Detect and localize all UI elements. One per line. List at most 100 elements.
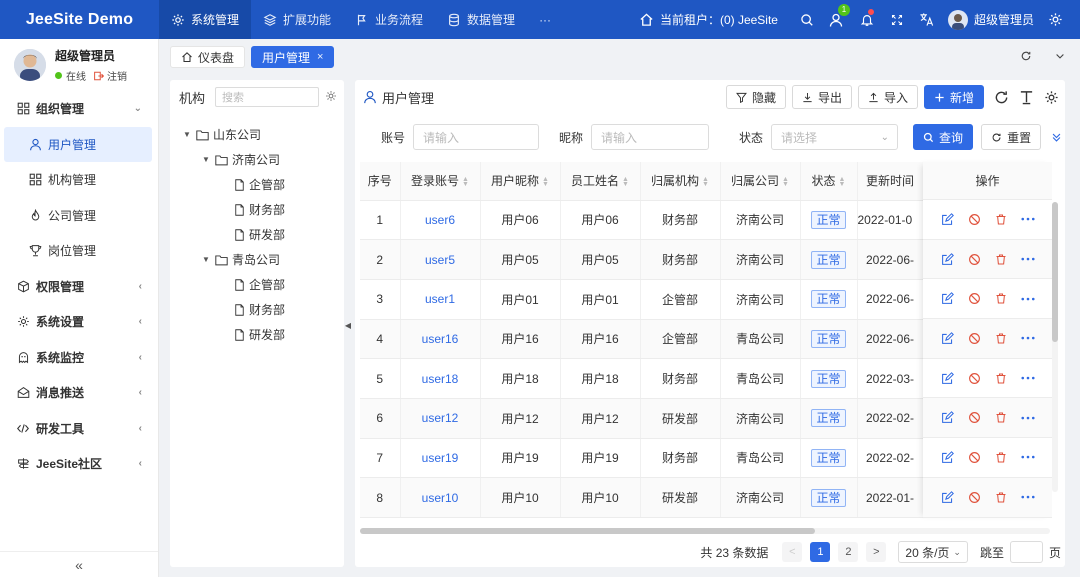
topnav-data[interactable]: 数据管理 (435, 0, 527, 39)
account-link[interactable]: user6 (425, 213, 455, 227)
tree-node[interactable]: ▼ 济南公司 (170, 147, 344, 172)
delete-icon[interactable] (995, 253, 1007, 266)
account-link[interactable]: user18 (422, 372, 459, 386)
account-link[interactable]: user12 (422, 411, 459, 425)
tab-dashboard[interactable]: 仪表盘 (170, 46, 246, 68)
sort-icon[interactable]: ▲ ▼ (702, 176, 709, 188)
horizontal-scrollbar[interactable] (360, 528, 1050, 534)
caret-down-icon[interactable]: ▼ (182, 130, 192, 139)
vertical-scrollbar[interactable] (1052, 202, 1058, 492)
settings-button[interactable] (1040, 0, 1070, 39)
tree-node[interactable]: 财务部 (170, 197, 344, 222)
table-row[interactable]: 7 user19 用户19 用户19 财务部 青岛公司 正常 2022-02- (360, 438, 924, 479)
status-select[interactable]: 请选择 ⌄ (771, 124, 899, 150)
query-button[interactable]: 查询 (913, 124, 974, 150)
disable-icon[interactable] (968, 292, 981, 305)
edit-icon[interactable] (941, 411, 954, 424)
column-header[interactable]: 归属机构 ▲ ▼ (640, 162, 721, 201)
more-icon[interactable] (1020, 217, 1035, 221)
more-icon[interactable] (1020, 455, 1035, 459)
disable-icon[interactable] (968, 253, 981, 266)
tree-node[interactable]: ▼ 青岛公司 (170, 247, 344, 272)
more-icon[interactable] (1020, 376, 1035, 380)
brand-logo[interactable]: JeeSite Demo (0, 0, 159, 39)
more-icon[interactable] (1020, 257, 1035, 261)
account-link[interactable]: user16 (422, 332, 459, 346)
sidebar-item-posts[interactable]: 岗位管理 (0, 233, 158, 269)
org-search-input[interactable]: 搜索 (215, 87, 320, 107)
user-menu[interactable]: 超级管理员 (947, 9, 1034, 30)
account-link[interactable]: user10 (422, 491, 459, 505)
table-row[interactable]: 2 user5 用户05 用户05 财务部 济南公司 正常 2022-06- (360, 239, 924, 280)
export-button[interactable]: 导出 (791, 85, 852, 109)
delete-icon[interactable] (995, 332, 1007, 345)
delete-icon[interactable] (995, 491, 1007, 504)
hide-button[interactable]: 隐藏 (725, 85, 786, 109)
sort-icon[interactable]: ▲ ▼ (462, 176, 469, 188)
column-settings-button[interactable] (1044, 90, 1059, 105)
delete-icon[interactable] (995, 292, 1007, 305)
expand-filter-button[interactable] (1051, 132, 1062, 143)
disable-icon[interactable] (968, 411, 981, 424)
edit-icon[interactable] (941, 490, 954, 504)
disable-icon[interactable] (968, 451, 981, 464)
import-button[interactable]: 导入 (857, 85, 918, 109)
sort-icon[interactable]: ▲ ▼ (542, 176, 549, 188)
tree-node[interactable]: 财务部 (170, 297, 344, 322)
table-row[interactable]: 3 user1 用户01 用户01 企管部 济南公司 正常 2022-06- (360, 279, 924, 320)
sidebar-item-org[interactable]: 组织管理 ⌄ (0, 91, 158, 127)
tree-node[interactable]: ▼ 山东公司 (170, 122, 344, 147)
scrollbar-thumb[interactable] (1052, 202, 1058, 342)
account-link[interactable]: user5 (425, 253, 455, 267)
sort-icon[interactable]: ▲ ▼ (782, 176, 789, 188)
column-header[interactable]: 状态 ▲ ▼ (800, 162, 858, 201)
sidebar-item-settings[interactable]: 系统设置 ‹ (0, 304, 158, 340)
sidebar-item-messages[interactable]: 消息推送 ‹ (0, 375, 158, 411)
page-1-button[interactable]: 1 (810, 542, 831, 562)
tab-menu-button[interactable] (1054, 50, 1066, 65)
language-button[interactable] (912, 0, 942, 39)
add-user-button[interactable]: 新增 (923, 85, 984, 109)
more-icon[interactable] (1020, 336, 1035, 340)
next-page-button[interactable]: > (866, 542, 887, 562)
org-tree-settings-button[interactable] (325, 90, 337, 105)
goto-page-input[interactable] (1009, 541, 1043, 563)
column-header[interactable]: 序号 (360, 162, 401, 201)
account-link[interactable]: user1 (425, 292, 455, 306)
edit-icon[interactable] (941, 331, 954, 345)
edit-icon[interactable] (941, 212, 954, 226)
delete-icon[interactable] (995, 213, 1007, 226)
sidebar-collapse-button[interactable]: « (0, 551, 158, 577)
sidebar-item-community[interactable]: JeeSite社区 ‹ (0, 446, 158, 482)
edit-icon[interactable] (941, 292, 954, 305)
topnav-extensions[interactable]: 扩展功能 (251, 0, 343, 39)
refresh-tab-button[interactable] (1020, 50, 1032, 65)
sort-icon[interactable]: ▲ ▼ (839, 176, 846, 188)
more-icon[interactable] (1020, 416, 1035, 420)
more-icon[interactable] (1020, 495, 1035, 499)
tree-node[interactable]: 研发部 (170, 322, 344, 347)
column-header[interactable]: 更新时间 (857, 162, 924, 201)
logout-link[interactable]: 注销 (107, 68, 127, 83)
topnav-more[interactable]: ··· (527, 0, 563, 39)
sidebar-item-monitor[interactable]: 系统监控 ‹ (0, 340, 158, 376)
table-row[interactable]: 6 user12 用户12 用户12 研发部 济南公司 正常 2022-02- (360, 398, 924, 439)
close-icon[interactable]: × (317, 51, 323, 63)
column-header[interactable]: 归属公司 ▲ ▼ (720, 162, 801, 201)
sidebar-item-devtools[interactable]: 研发工具 ‹ (0, 411, 158, 447)
column-header[interactable]: 员工姓名 ▲ ▼ (560, 162, 641, 201)
column-header[interactable]: 登录账号 ▲ ▼ (400, 162, 481, 201)
sidebar-item-companies[interactable]: 公司管理 (0, 198, 158, 234)
avatar[interactable] (14, 49, 46, 81)
sidebar-item-offices[interactable]: 机构管理 (0, 162, 158, 198)
sidebar-item-permissions[interactable]: 权限管理 ‹ (0, 269, 158, 305)
tenant-switch[interactable]: 当前租户：(0) JeeSite (639, 11, 778, 28)
prev-page-button[interactable]: < (782, 542, 803, 562)
page-2-button[interactable]: 2 (838, 542, 859, 562)
caret-down-icon[interactable]: ▼ (201, 255, 211, 264)
tree-collapse-handle[interactable]: ◀ (344, 318, 352, 332)
delete-icon[interactable] (995, 451, 1007, 464)
sort-icon[interactable]: ▲ ▼ (622, 176, 629, 188)
delete-icon[interactable] (995, 411, 1007, 424)
tree-node[interactable]: 企管部 (170, 172, 344, 197)
